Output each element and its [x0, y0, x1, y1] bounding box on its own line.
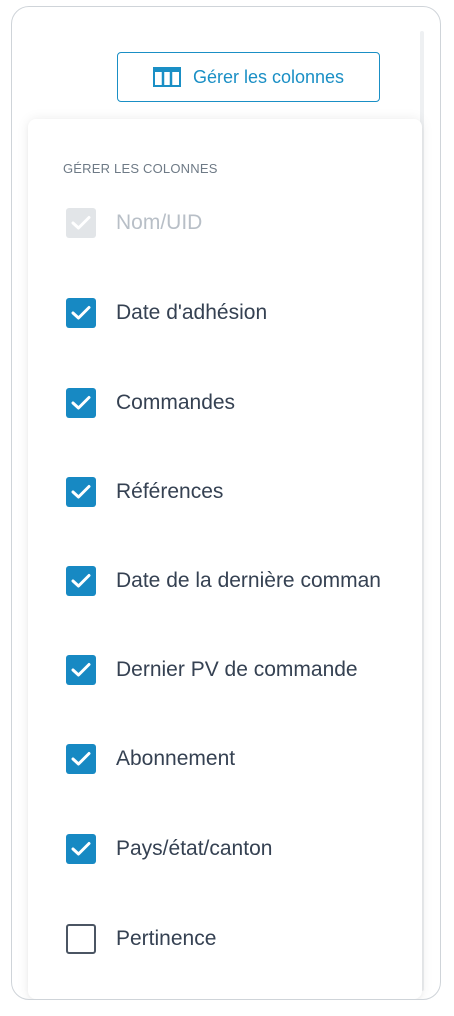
checkbox-checked-icon[interactable] — [66, 477, 96, 507]
manage-columns-button[interactable]: Gérer les colonnes — [117, 52, 380, 102]
column-option-date-adhesion[interactable]: Date d'adhésion — [66, 297, 267, 329]
columns-dropdown-panel: GÉRER LES COLONNES Nom/UID Date d'adhési… — [28, 119, 422, 999]
checkbox-checked-disabled-icon — [66, 208, 96, 238]
column-option-label: Dernier PV de commande — [116, 658, 358, 681]
column-option-label: Références — [116, 480, 224, 503]
column-option-label: Commandes — [116, 391, 236, 414]
checkbox-checked-icon[interactable] — [66, 388, 96, 418]
column-option-pertinence[interactable]: Pertinence — [66, 923, 216, 955]
checkbox-checked-icon[interactable] — [66, 298, 96, 328]
column-option-label: Pertinence — [116, 927, 217, 950]
column-option-label: Nom/UID — [116, 211, 203, 234]
column-option-references[interactable]: Références — [66, 476, 223, 508]
checkbox-checked-icon[interactable] — [66, 566, 96, 596]
column-option-date-derniere-commande[interactable]: Date de la dernière comman — [66, 565, 381, 597]
checkbox-unchecked-icon[interactable] — [66, 924, 96, 954]
checkbox-checked-icon[interactable] — [66, 655, 96, 685]
column-option-label: Abonnement — [116, 747, 236, 770]
columns-icon — [152, 67, 181, 87]
column-option-pays-etat-canton[interactable]: Pays/état/canton — [66, 833, 272, 865]
column-option-label: Pays/état/canton — [116, 837, 273, 860]
column-option-label: Date d'adhésion — [116, 301, 268, 324]
checkbox-checked-icon[interactable] — [66, 744, 96, 774]
column-manager-window: Gérer les colonnes GÉRER LES COLONNES No… — [11, 6, 441, 1000]
column-option-dernier-pv[interactable]: Dernier PV de commande — [66, 654, 358, 686]
column-option-label: Date de la dernière comman — [116, 569, 381, 592]
checkbox-checked-icon[interactable] — [66, 834, 96, 864]
panel-title: GÉRER LES COLONNES — [63, 161, 218, 176]
column-option-nom-uid: Nom/UID — [66, 207, 202, 239]
manage-columns-label: Gérer les colonnes — [192, 66, 345, 87]
column-option-abonnement[interactable]: Abonnement — [66, 743, 235, 775]
column-option-commandes[interactable]: Commandes — [66, 387, 235, 419]
